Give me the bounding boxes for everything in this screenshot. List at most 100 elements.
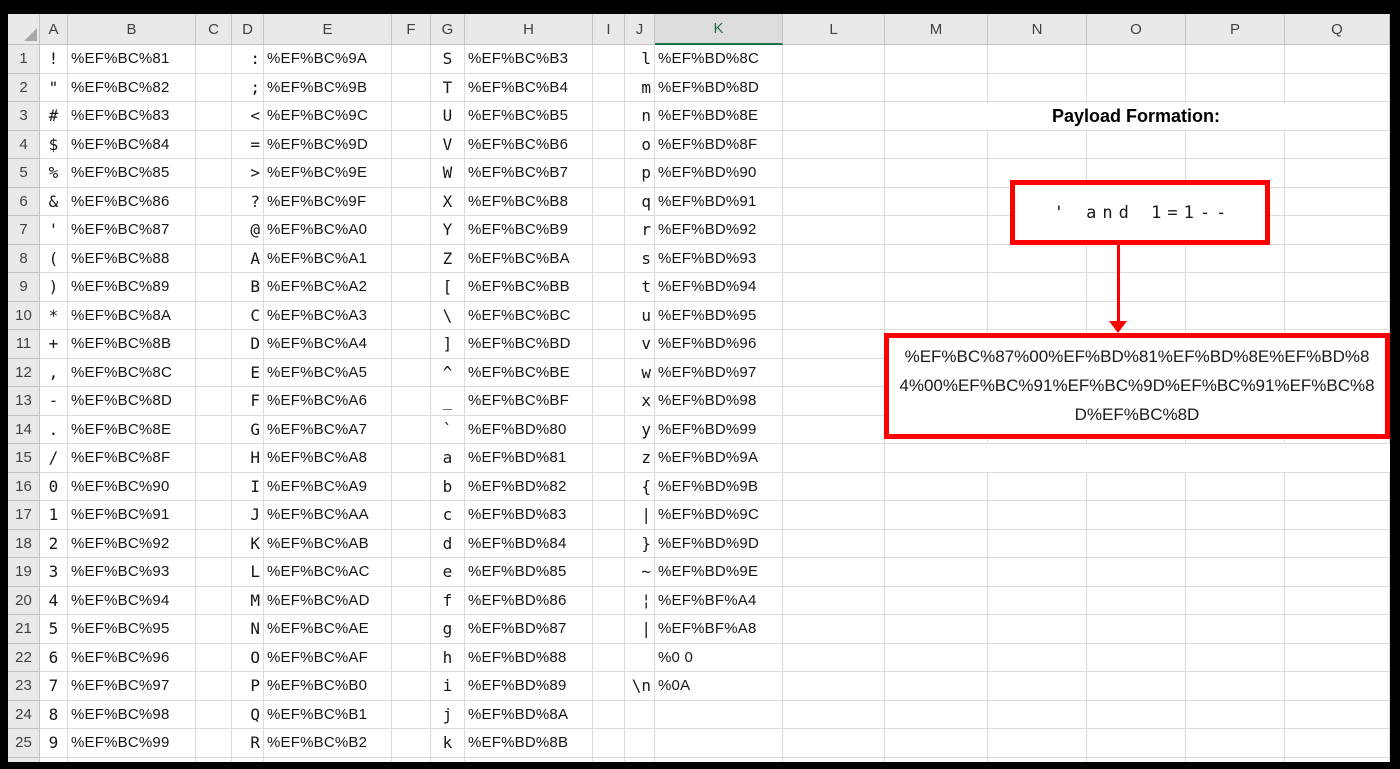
cell-e25[interactable]: %EF%BC%B2	[264, 729, 392, 758]
cell-g16[interactable]: b	[431, 472, 465, 501]
cell-k12[interactable]: %EF%BD%97	[655, 358, 783, 387]
cell-a10[interactable]: *	[40, 301, 68, 330]
cell-m1[interactable]	[885, 45, 988, 74]
cell-a26[interactable]	[40, 757, 68, 762]
cell-l23[interactable]	[783, 672, 885, 701]
cell-n20[interactable]	[988, 586, 1087, 615]
cell-q23[interactable]	[1285, 672, 1390, 701]
cell-g19[interactable]: e	[431, 558, 465, 587]
cell-b7[interactable]: %EF%BC%87	[68, 216, 196, 245]
cell-n25[interactable]	[988, 729, 1087, 758]
cell-a19[interactable]: 3	[40, 558, 68, 587]
cell-n5[interactable]	[988, 159, 1087, 188]
cell-h22[interactable]: %EF%BD%88	[465, 643, 593, 672]
cell-k3[interactable]: %EF%BD%8E	[655, 102, 783, 131]
cell-e6[interactable]: %EF%BC%9F	[264, 187, 392, 216]
cell-d19[interactable]: L	[232, 558, 264, 587]
cell-p26[interactable]	[1186, 757, 1285, 762]
cell-h25[interactable]: %EF%BD%8B	[465, 729, 593, 758]
column-header-q[interactable]: Q	[1285, 14, 1390, 45]
cell-l24[interactable]	[783, 700, 885, 729]
cell-h17[interactable]: %EF%BD%83	[465, 501, 593, 530]
cell-h2[interactable]: %EF%BC%B4	[465, 73, 593, 102]
cell-c12[interactable]	[196, 358, 232, 387]
cell-n17[interactable]	[988, 501, 1087, 530]
cell-b13[interactable]: %EF%BC%8D	[68, 387, 196, 416]
cell-e16[interactable]: %EF%BC%A9	[264, 472, 392, 501]
row-header-22[interactable]: 22	[8, 643, 40, 672]
cell-j8[interactable]: s	[625, 244, 655, 273]
cell-h3[interactable]: %EF%BC%B5	[465, 102, 593, 131]
cell-a14[interactable]: .	[40, 415, 68, 444]
cell-h12[interactable]: %EF%BC%BE	[465, 358, 593, 387]
cell-m25[interactable]	[885, 729, 988, 758]
cell-a5[interactable]: %	[40, 159, 68, 188]
cell-l26[interactable]	[783, 757, 885, 762]
cell-q11[interactable]	[1285, 330, 1390, 359]
cell-f22[interactable]	[392, 643, 431, 672]
cell-h8[interactable]: %EF%BC%BA	[465, 244, 593, 273]
cell-b26[interactable]	[68, 757, 196, 762]
cell-n18[interactable]	[988, 529, 1087, 558]
cell-k23[interactable]: %0A	[655, 672, 783, 701]
cell-l16[interactable]	[783, 472, 885, 501]
cell-l18[interactable]	[783, 529, 885, 558]
cell-o12[interactable]	[1087, 358, 1186, 387]
cell-k4[interactable]: %EF%BD%8F	[655, 130, 783, 159]
cell-o7[interactable]	[1087, 216, 1186, 245]
column-header-k[interactable]: K	[655, 14, 783, 45]
cell-e11[interactable]: %EF%BC%A4	[264, 330, 392, 359]
cell-l3[interactable]	[783, 102, 885, 131]
cell-f18[interactable]	[392, 529, 431, 558]
cell-n9[interactable]	[988, 273, 1087, 302]
cell-o18[interactable]	[1087, 529, 1186, 558]
row-header-3[interactable]: 3	[8, 102, 40, 131]
cell-q5[interactable]	[1285, 159, 1390, 188]
cell-k10[interactable]: %EF%BD%95	[655, 301, 783, 330]
cell-m18[interactable]	[885, 529, 988, 558]
row-header-9[interactable]: 9	[8, 273, 40, 302]
cell-p8[interactable]	[1186, 244, 1285, 273]
cell-e13[interactable]: %EF%BC%A6	[264, 387, 392, 416]
cell-i14[interactable]	[593, 415, 625, 444]
cell-i10[interactable]	[593, 301, 625, 330]
cell-o6[interactable]	[1087, 187, 1186, 216]
cell-d8[interactable]: A	[232, 244, 264, 273]
cell-p23[interactable]	[1186, 672, 1285, 701]
cell-g13[interactable]: _	[431, 387, 465, 416]
cell-p1[interactable]	[1186, 45, 1285, 74]
cell-a20[interactable]: 4	[40, 586, 68, 615]
cell-h1[interactable]: %EF%BC%B3	[465, 45, 593, 74]
cell-q3[interactable]	[1285, 102, 1390, 131]
cell-e3[interactable]: %EF%BC%9C	[264, 102, 392, 131]
cell-d22[interactable]: O	[232, 643, 264, 672]
cell-j16[interactable]: {	[625, 472, 655, 501]
cell-o5[interactable]	[1087, 159, 1186, 188]
cell-m20[interactable]	[885, 586, 988, 615]
cell-e19[interactable]: %EF%BC%AC	[264, 558, 392, 587]
cell-c19[interactable]	[196, 558, 232, 587]
cell-c24[interactable]	[196, 700, 232, 729]
cell-i2[interactable]	[593, 73, 625, 102]
cell-b1[interactable]: %EF%BC%81	[68, 45, 196, 74]
cell-b5[interactable]: %EF%BC%85	[68, 159, 196, 188]
cell-n22[interactable]	[988, 643, 1087, 672]
cell-n13[interactable]	[988, 387, 1087, 416]
row-header-14[interactable]: 14	[8, 415, 40, 444]
cell-m10[interactable]	[885, 301, 988, 330]
column-header-g[interactable]: G	[431, 14, 465, 45]
cell-d10[interactable]: C	[232, 301, 264, 330]
cell-j3[interactable]: n	[625, 102, 655, 131]
cell-h21[interactable]: %EF%BD%87	[465, 615, 593, 644]
cell-o14[interactable]	[1087, 415, 1186, 444]
cell-c3[interactable]	[196, 102, 232, 131]
cell-a9[interactable]: )	[40, 273, 68, 302]
cell-a21[interactable]: 5	[40, 615, 68, 644]
cell-c14[interactable]	[196, 415, 232, 444]
cell-e4[interactable]: %EF%BC%9D	[264, 130, 392, 159]
cell-q16[interactable]	[1285, 472, 1390, 501]
cell-n15[interactable]	[988, 444, 1087, 473]
cell-l17[interactable]	[783, 501, 885, 530]
cell-m26[interactable]	[885, 757, 988, 762]
cell-h14[interactable]: %EF%BD%80	[465, 415, 593, 444]
